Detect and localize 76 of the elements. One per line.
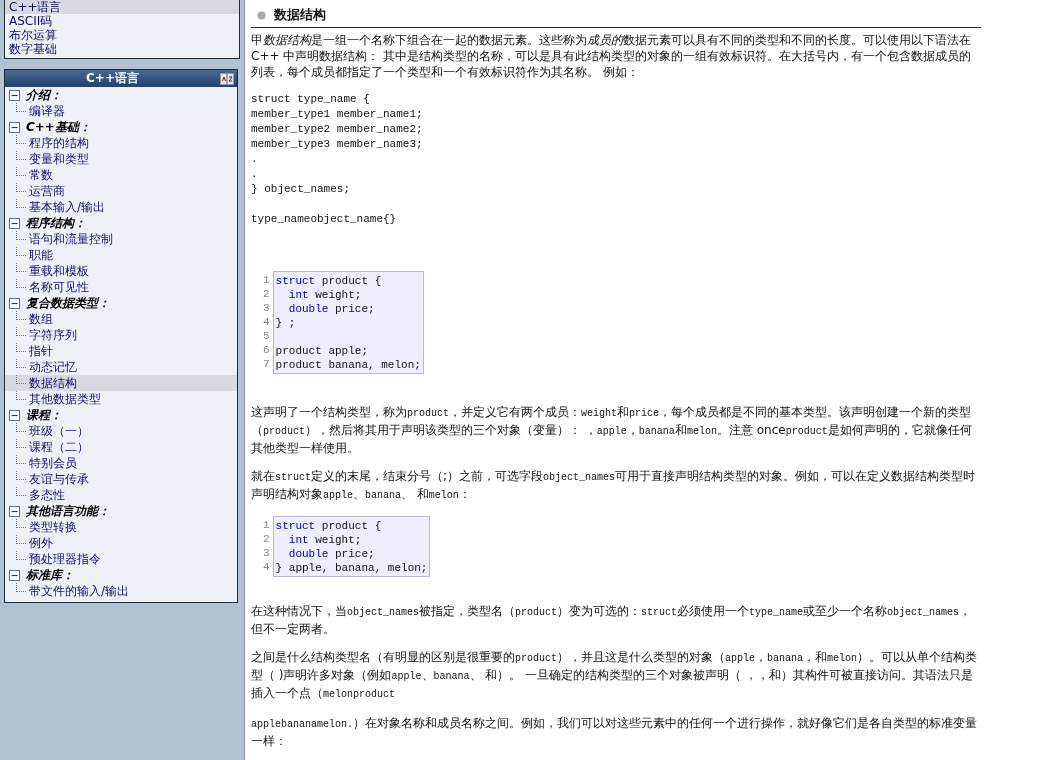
tree-item[interactable]: 友谊与传承 (5, 471, 237, 487)
code-line: int weight; (287, 533, 363, 547)
collapse-icon[interactable] (9, 409, 20, 421)
tree-item[interactable]: 多态性 (5, 487, 237, 503)
code-line: } ; (275, 316, 297, 330)
section-heading[interactable]: 复合数据类型： (26, 294, 110, 312)
section-heading[interactable]: 介绍： (26, 86, 62, 104)
line-number: 2 (263, 287, 270, 301)
code-text: type_nameobject_name{} (251, 212, 398, 227)
panel-title: C++语言 (85, 70, 140, 87)
tree-item[interactable]: 重载和模板 (5, 263, 237, 279)
tree-item[interactable]: 课程（二） (5, 439, 237, 455)
line-number: 1 (263, 273, 270, 287)
section-heading[interactable]: 其他语言功能： (26, 502, 110, 520)
topic-link[interactable]: 数字基础 (5, 42, 239, 56)
collapse-icon[interactable] (9, 505, 20, 517)
tree-item[interactable]: 例外 (5, 535, 237, 551)
line-number: 5 (263, 329, 270, 343)
code-line: } apple, banana, melon; (275, 561, 428, 575)
tree-item[interactable]: 班级（一） (5, 423, 237, 439)
line-number: 4 (263, 315, 270, 329)
section-heading[interactable]: 课程： (26, 406, 62, 424)
code-line: struct product { (275, 274, 383, 288)
tree-item[interactable]: 字符序列 (5, 327, 237, 343)
paragraph: 就在struct定义的末尾，结束分号（;）之前，可选字段object_names可用于直接声明结构类型的对象。例如，可以在定义数据结构类型时声明结构对象apple、banana、 和melon： (251, 468, 977, 503)
collapse-icon[interactable] (9, 217, 20, 229)
paragraph: 甲数据结构是一组一个名称下组合在一起的数据元素。这些称为成员的数据元素可以具有不同的类型和不同的长度。可以使用以下语法在C++ 中声明数据结构： 其中是结构类型的名称，可以是具有此结构类型的对象的一组有效标识符。在大括号内，有一个包含数据成员的列表，每个成员都指定了一个类型和一个有效标识符作为其名称。 例如： (251, 32, 973, 80)
tree-item[interactable]: 指针 (5, 343, 237, 359)
line-number: 3 (263, 546, 270, 560)
collapse-icon[interactable] (9, 89, 20, 101)
tree-item[interactable]: 类型转换 (5, 519, 237, 535)
topic-link[interactable]: C++语言 (5, 0, 239, 14)
tree-item[interactable]: 名称可见性 (5, 279, 237, 295)
section-heading[interactable]: 标准库： (26, 566, 74, 584)
line-number: 6 (263, 343, 270, 357)
collapse-icon[interactable] (9, 121, 20, 133)
collapse-icon[interactable] (9, 297, 20, 309)
paragraph: 之间是什么结构类型名（有明显的区别是很重要的product），并且这是什么类型的对象（apple，banana，和melon）。可以从单个结构类型（ )声明许多对象（例如apple、banana、 和）。 一旦确定的结构类型的三个对象被声明（ ，，和）其构件可被直接访问。其语法只是插入一个点（melonproduct (251, 649, 979, 702)
code-line: product banana, melon; (275, 358, 421, 372)
paragraph: 在这种情况下，当object_names被指定，类型名（product）变为可选的：struct必须使用一个type_name或至少一个名称object_names，但不一定两者。 (251, 603, 973, 637)
code-text: struct type_name { member_type1 member_name1; member_type2 member_name2; member_type3 member_name3; . . } object_names; (251, 92, 424, 197)
section-heading[interactable]: C++基础： (26, 118, 91, 136)
paragraph: applebananamelon.）在对象名称和成员名称之间。例如，我们可以对这些元素中的任何一个进行操作，就好像它们是各自类型的标准变量一样： (251, 715, 979, 749)
line-number: 3 (263, 301, 270, 315)
line-number: 7 (263, 357, 270, 371)
line-number: 1 (263, 518, 270, 532)
tree-item[interactable]: 其他数据类型 (5, 391, 237, 407)
code-line: int weight; (287, 288, 363, 302)
topic-link[interactable]: ASCII码 (5, 14, 239, 28)
bullet-icon (257, 10, 266, 20)
tree-item[interactable]: 预处理器指令 (5, 551, 237, 567)
code-line: product apple; (275, 344, 370, 358)
article-title: 数据结构 (274, 6, 326, 24)
paragraph: 这声明了一个结构类型，称为product，并定义它有两个成员：weight和price，每个成员都是不同的基本类型。该声明创建一个新的类型（product），然后将其用于声明该类型的三个对象（变量）： ，apple，banana和melon。注意 onceproduct是如何声明的，它就像任何其他类型一样使用。 (251, 404, 973, 456)
tree-item[interactable]: 编译器 (5, 103, 237, 119)
tree-item[interactable]: 动态记忆 (5, 359, 237, 375)
tree-item[interactable]: 语句和流量控制 (5, 231, 237, 247)
tree-item[interactable]: 带文件的输入/输出 (5, 583, 237, 599)
code-line: double price; (287, 547, 376, 561)
line-number: 2 (263, 532, 270, 546)
tree-item[interactable]: 程序的结构 (5, 135, 237, 151)
tree-item[interactable]: 特别会员 (5, 455, 237, 471)
tree-item[interactable]: 变量和类型 (5, 151, 237, 167)
sort-icon[interactable] (220, 72, 234, 85)
tree-item[interactable]: 基本输入/输出 (5, 199, 237, 215)
tree-item[interactable]: 数据结构 (5, 375, 237, 391)
collapse-icon[interactable] (9, 569, 20, 581)
section-heading[interactable]: 程序结构： (26, 214, 86, 232)
topic-link[interactable]: 布尔运算 (5, 28, 239, 42)
line-number: 4 (263, 560, 270, 574)
code-line: double price; (287, 302, 376, 316)
code-line: struct product { (275, 519, 383, 533)
tree-item[interactable]: 运营商 (5, 183, 237, 199)
tree-item[interactable]: 职能 (5, 247, 237, 263)
tree-item[interactable]: 常数 (5, 167, 237, 183)
tree-item[interactable]: 数组 (5, 311, 237, 327)
